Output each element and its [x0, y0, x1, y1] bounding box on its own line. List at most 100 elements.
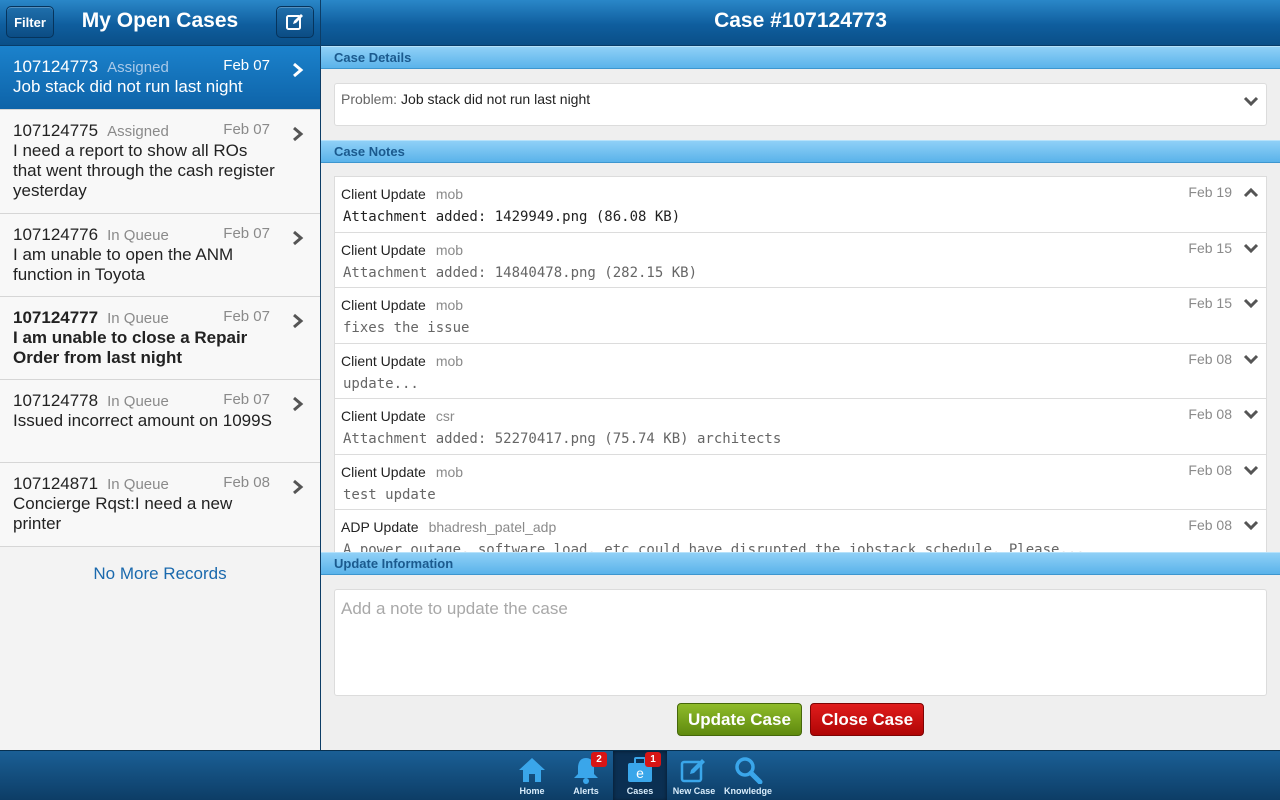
update-note-input[interactable] — [341, 599, 1266, 689]
tab-alerts[interactable]: Alerts 2 — [559, 751, 613, 800]
tab-cases[interactable]: e Cases 1 — [613, 751, 667, 800]
case-number: 107124778 — [13, 391, 99, 410]
compose-icon — [286, 14, 303, 30]
case-notes-heading: Case Notes — [321, 140, 1280, 163]
no-more-records: No More Records — [93, 564, 227, 583]
note-date: Feb 08 — [1188, 461, 1232, 478]
case-number: 107124775 — [13, 121, 99, 140]
case-note[interactable]: Client Update mob Feb 19 Attachment added… — [334, 176, 1267, 232]
note-date: Feb 08 — [1188, 350, 1232, 367]
case-description: I am unable to open the ANM function in … — [13, 245, 234, 284]
case-notes-list[interactable]: Client Update mob Feb 19 Attachment added… — [334, 176, 1267, 552]
tab-label: Cases — [626, 786, 654, 796]
update-case-button[interactable]: Update Case — [676, 703, 802, 736]
chevron-down-icon[interactable] — [1243, 465, 1259, 476]
note-type: Client Update — [341, 186, 426, 202]
chevron-up-icon[interactable] — [1243, 187, 1259, 198]
case-date: Feb 07 — [223, 225, 270, 242]
home-icon — [519, 758, 545, 782]
update-note-box[interactable] — [334, 589, 1267, 696]
note-author: mob — [435, 352, 464, 369]
note-date: Feb 15 — [1188, 239, 1232, 256]
note-date: Feb 08 — [1188, 517, 1232, 533]
case-note[interactable]: Client Update mob Feb 15 Attachment added… — [334, 231, 1267, 287]
case-note[interactable]: Client Update mob Feb 15 fixes the issue — [334, 287, 1267, 343]
tab-knowledge[interactable]: Knowledge — [721, 751, 775, 800]
problem-field[interactable]: Problem: Job stack did not run last night — [334, 83, 1267, 126]
note-body: test update — [343, 486, 436, 503]
tab-label: Alerts — [573, 786, 599, 796]
case-list-item[interactable]: 107124777 In Queue Feb 07 I am unable to … — [0, 297, 320, 380]
case-list-item[interactable]: 107124773 Assigned Feb 07 Job stack did n… — [0, 46, 320, 110]
case-description: Concierge Rqst:I need a new printer — [13, 494, 233, 533]
note-type: Client Update — [341, 241, 426, 258]
case-description: Job stack did not run last night — [13, 77, 243, 96]
cases-badge: 1 — [645, 752, 661, 767]
chevron-down-icon[interactable] — [1243, 298, 1259, 309]
chevron-right-icon — [293, 230, 304, 246]
case-list-item[interactable]: 107124778 In Queue Feb 07 Issued incorrec… — [0, 380, 320, 463]
update-information-heading: Update Information — [321, 552, 1280, 575]
tab-new-case[interactable]: New Case — [667, 751, 721, 800]
case-date: Feb 07 — [223, 121, 270, 138]
case-list-item[interactable]: 107124776 In Queue Feb 07 I am unable to … — [0, 214, 320, 297]
tab-label: Knowledge — [723, 786, 772, 796]
case-description: I am unable to close a Repair Order from… — [13, 328, 248, 367]
case-note[interactable]: ADP Update bhadresh_patel_adp Feb 08 A po… — [334, 509, 1267, 552]
chevron-right-icon — [293, 396, 304, 412]
case-note[interactable]: Client Update csr Feb 08 Attachment added… — [334, 398, 1267, 454]
note-author: bhadresh_patel_adp — [428, 519, 557, 535]
compose-button[interactable] — [276, 6, 314, 38]
note-author: csr — [435, 408, 455, 424]
case-note[interactable]: Client Update mob Feb 08 test update — [334, 453, 1267, 509]
case-status: Assigned — [107, 59, 169, 76]
svg-text:e: e — [636, 765, 644, 781]
case-status: Assigned — [107, 123, 169, 140]
case-note[interactable]: Client Update mob Feb 08 update... — [334, 342, 1267, 398]
case-date: Feb 08 — [223, 474, 270, 491]
chevron-down-icon[interactable] — [1243, 409, 1259, 420]
case-list-title: My Open Cases — [81, 9, 239, 32]
compose-icon — [680, 759, 705, 783]
note-body: update... — [343, 375, 419, 392]
case-number: 107124777 — [13, 308, 99, 327]
note-body: Attachment added: 52270417.png (75.74 KB… — [343, 431, 782, 447]
case-date: Feb 07 — [223, 391, 270, 408]
case-number: 107124871 — [13, 474, 99, 493]
note-date: Feb 19 — [1188, 184, 1232, 200]
note-body: A power outage, software load, etc could… — [343, 542, 1085, 552]
note-body: Attachment added: 14840478.png (282.15 K… — [343, 264, 698, 281]
note-date: Feb 15 — [1188, 295, 1232, 311]
case-list-item[interactable]: 107124775 Assigned Feb 07 I need a report… — [0, 110, 320, 214]
chevron-right-icon — [293, 313, 304, 329]
chevron-down-icon[interactable] — [1243, 243, 1259, 254]
chevron-right-icon — [293, 62, 304, 78]
case-status: In Queue — [107, 310, 169, 327]
chevron-down-icon[interactable] — [1243, 520, 1259, 531]
chevron-right-icon — [293, 479, 304, 495]
note-type: Client Update — [341, 408, 426, 424]
case-list-item[interactable]: 107124871 In Queue Feb 08 Concierge Rqst:… — [0, 463, 320, 547]
chevron-down-icon[interactable] — [1243, 96, 1259, 107]
note-body: fixes the issue — [343, 320, 470, 336]
bottom-tab-bar: Home Alerts 2 e Cases 1 New Case Knowled… — [0, 750, 1280, 800]
note-author: mob — [435, 241, 464, 258]
note-type: Client Update — [341, 463, 426, 480]
case-list-panel: Filter My Open Cases 107124773 Assigned F… — [0, 0, 320, 750]
note-author: mob — [435, 297, 464, 313]
chevron-down-icon[interactable] — [1243, 354, 1259, 365]
case-date: Feb 07 — [223, 308, 270, 325]
chevron-right-icon — [293, 126, 304, 142]
close-case-button[interactable]: Close Case — [810, 703, 925, 736]
note-type: ADP Update — [341, 519, 419, 535]
note-date: Feb 08 — [1188, 406, 1232, 422]
tab-home[interactable]: Home — [505, 751, 559, 800]
case-status: In Queue — [107, 476, 169, 493]
note-type: Client Update — [341, 352, 426, 369]
problem-label: Problem: — [341, 91, 398, 107]
alerts-badge: 2 — [591, 752, 607, 767]
case-detail-panel: Case #107124773 Case Details Problem: Job… — [321, 0, 1280, 750]
tab-label: Home — [519, 786, 545, 796]
case-details-heading: Case Details — [321, 46, 1280, 69]
tab-label: New Case — [672, 786, 716, 796]
